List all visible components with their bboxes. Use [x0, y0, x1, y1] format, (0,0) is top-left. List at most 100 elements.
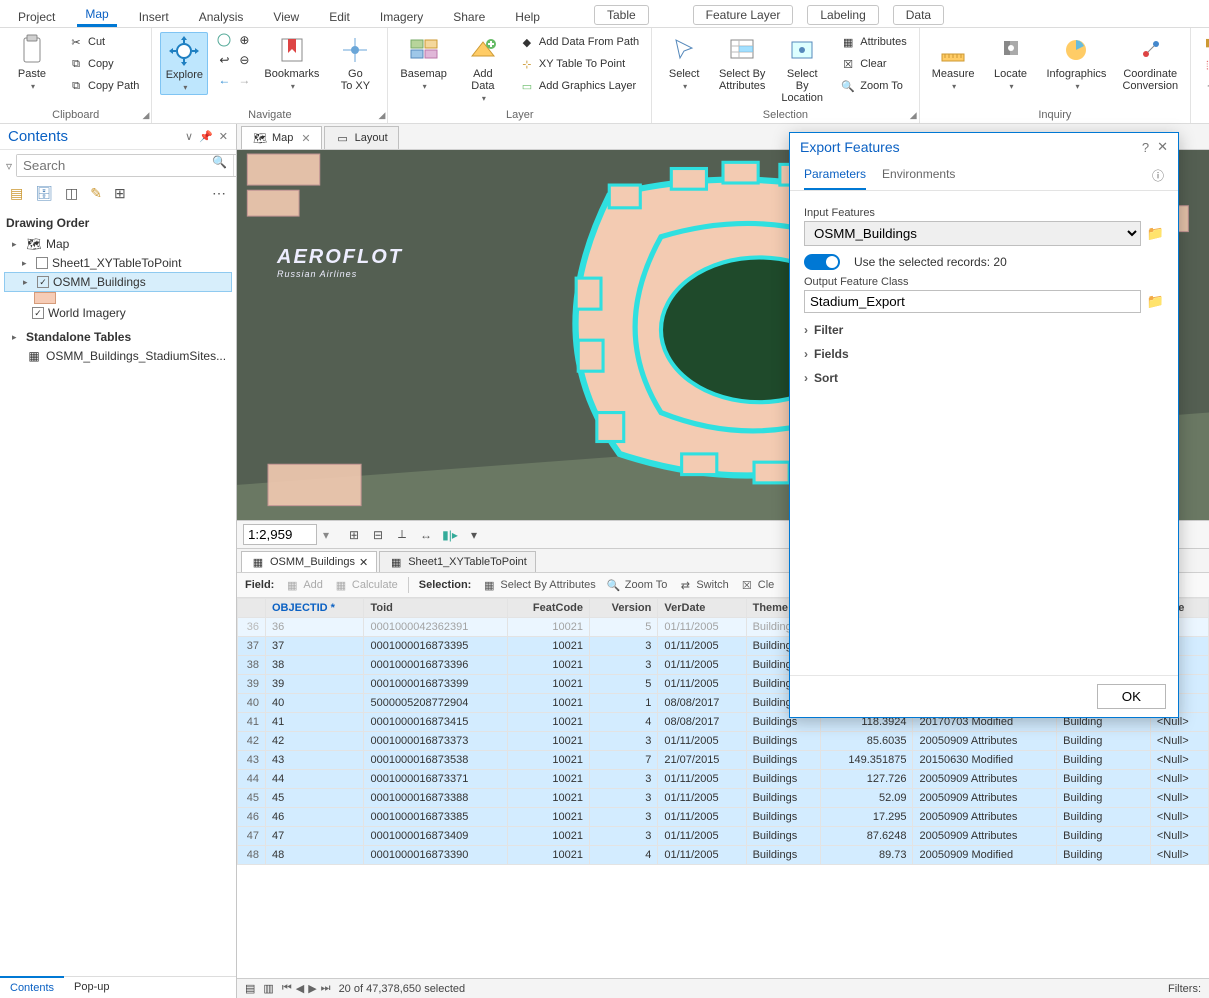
- gp-help-icon[interactable]: ⓘ: [1152, 161, 1164, 190]
- contents-menu[interactable]: ∨: [185, 130, 193, 143]
- tab-insert[interactable]: Insert: [131, 7, 177, 27]
- navigate-launcher[interactable]: ◢: [378, 110, 385, 121]
- bookmarks-button[interactable]: Bookmarks: [260, 32, 323, 93]
- infographics-button[interactable]: Infographics: [1043, 32, 1111, 93]
- tab-analysis[interactable]: Analysis: [191, 7, 252, 27]
- section-sort[interactable]: Sort: [804, 371, 1164, 385]
- prev-record-icon[interactable]: ◀: [296, 982, 304, 995]
- search-icon[interactable]: 🔍: [206, 155, 233, 176]
- table-clear-button[interactable]: ☒Cle: [739, 577, 775, 593]
- measure-button[interactable]: Measure: [928, 32, 979, 93]
- tab-view[interactable]: View: [265, 7, 307, 27]
- list-by-drawing-icon[interactable]: ▤: [10, 185, 23, 202]
- filter-icon[interactable]: ▿: [6, 159, 12, 173]
- snap-icon[interactable]: ⊞: [345, 526, 363, 544]
- more-labels-button[interactable]: ✦More: [1199, 76, 1209, 96]
- table-selbyattr-button[interactable]: ▦Select By Attributes: [481, 577, 595, 593]
- tab-share[interactable]: Share: [445, 7, 493, 27]
- next-extent-icon[interactable]: →: [236, 72, 252, 88]
- output-fc-input[interactable]: [804, 290, 1141, 313]
- ctx-tab-featurelayer[interactable]: Feature Layer: [693, 5, 794, 25]
- paste-button[interactable]: Paste: [8, 32, 56, 93]
- coordconv-button[interactable]: Coordinate Conversion: [1118, 32, 1182, 94]
- table-tab-sheet1[interactable]: ▦Sheet1_XYTableToPoint: [379, 551, 536, 572]
- calculate-button[interactable]: ▦Calculate: [333, 577, 398, 593]
- table-zoomto-button[interactable]: 🔍Zoom To: [606, 577, 668, 593]
- last-record-icon[interactable]: ⏭: [321, 982, 331, 995]
- ok-button[interactable]: OK: [1097, 684, 1166, 709]
- ctx-tab-data[interactable]: Data: [893, 5, 944, 25]
- adddata-button[interactable]: Add Data: [459, 32, 507, 105]
- copypath-button[interactable]: ⧉Copy Path: [64, 76, 143, 96]
- fixed-zoom-out-icon[interactable]: ⊖: [236, 52, 252, 68]
- browse-icon[interactable]: 📁: [1147, 293, 1164, 310]
- table-row[interactable]: 4747000100001687340910021301/11/2005Buil…: [238, 827, 1209, 846]
- add-field-button[interactable]: ▦Add: [284, 577, 323, 593]
- contents-pin[interactable]: 📌: [199, 130, 213, 143]
- table-row[interactable]: 4444000100001687337110021301/11/2005Buil…: [238, 770, 1209, 789]
- close-icon[interactable]: ✕: [301, 132, 310, 145]
- first-record-icon[interactable]: ⏮: [282, 982, 292, 995]
- search-input[interactable]: 🔍 ▾: [16, 154, 249, 177]
- view-unplaced-button[interactable]: ⬚View Unplaced: [1199, 54, 1209, 74]
- basemap-button[interactable]: Basemap: [396, 32, 450, 93]
- next-record-icon[interactable]: ▶: [308, 982, 316, 995]
- view-tab-layout[interactable]: ▭Layout: [324, 126, 399, 149]
- use-selected-toggle[interactable]: [804, 254, 840, 270]
- scale-input[interactable]: [243, 524, 317, 545]
- column-header[interactable]: Version: [590, 599, 658, 618]
- table-row[interactable]: 4343000100001687353810021721/07/2015Buil…: [238, 751, 1209, 770]
- copy-button[interactable]: ⧉Copy: [64, 54, 143, 74]
- list-by-source-icon[interactable]: 🗄: [35, 185, 53, 202]
- list-by-selection-icon[interactable]: ◫: [65, 185, 78, 202]
- gp-tab-environments[interactable]: Environments: [882, 161, 955, 190]
- column-header[interactable]: VerDate: [658, 599, 746, 618]
- adddatafrompath-button[interactable]: ◆Add Data From Path: [515, 32, 643, 52]
- table-row[interactable]: 4646000100001687338510021301/11/2005Buil…: [238, 808, 1209, 827]
- clear-button[interactable]: ☒Clear: [836, 54, 910, 74]
- locate-button[interactable]: Locate: [987, 32, 1035, 93]
- browse-icon[interactable]: 📁: [1147, 225, 1164, 242]
- standalone-header[interactable]: ▸Standalone Tables: [4, 328, 232, 346]
- section-fields[interactable]: Fields: [804, 347, 1164, 361]
- mapbar-dropdown[interactable]: ▾: [465, 526, 483, 544]
- column-header[interactable]: OBJECTID *: [266, 599, 364, 618]
- attributes-button[interactable]: ▦Attributes: [836, 32, 910, 52]
- toc-layer-osmm[interactable]: ▸✓OSMM_Buildings: [4, 272, 232, 292]
- tab-help[interactable]: Help: [507, 7, 548, 27]
- tab-edit[interactable]: Edit: [321, 7, 358, 27]
- full-extent-icon[interactable]: [216, 32, 232, 48]
- close-icon[interactable]: ✕: [359, 556, 368, 569]
- show-all-icon[interactable]: ▤: [245, 982, 255, 995]
- select-button[interactable]: Select: [660, 32, 708, 93]
- toc-layer-imagery[interactable]: ✓World Imagery: [4, 304, 232, 322]
- view-tab-map[interactable]: 🗺Map✕: [241, 126, 322, 149]
- gotoxy-button[interactable]: Go To XY: [331, 32, 379, 94]
- checkbox[interactable]: ✓: [37, 276, 49, 288]
- explore-button[interactable]: Explore: [160, 32, 208, 95]
- close-icon[interactable]: ✕: [1157, 139, 1168, 155]
- column-header[interactable]: FeatCode: [508, 599, 590, 618]
- table-switch-button[interactable]: ⇄Switch: [677, 577, 728, 593]
- toc-layer-xytable[interactable]: ▸Sheet1_XYTableToPoint: [4, 254, 232, 272]
- zoomto-button[interactable]: 🔍Zoom To: [836, 76, 910, 96]
- fixed-zoom-in-icon[interactable]: ⊕: [236, 32, 252, 48]
- input-features-select[interactable]: OSMM_Buildings: [804, 221, 1141, 246]
- xytabletopoint-button[interactable]: ⊹XY Table To Point: [515, 54, 643, 74]
- ctx-tab-table[interactable]: Table: [594, 5, 649, 25]
- toc-table-stadiumsites[interactable]: ▦OSMM_Buildings_StadiumSites...: [4, 346, 232, 366]
- prev-extent-icon[interactable]: ←: [216, 72, 232, 88]
- checkbox[interactable]: ✓: [32, 307, 44, 319]
- table-row[interactable]: 4545000100001687338810021301/11/2005Buil…: [238, 789, 1209, 808]
- correction-icon[interactable]: ↔: [417, 526, 435, 544]
- column-header[interactable]: Toid: [364, 599, 508, 618]
- toc-more-icon[interactable]: ⋯: [212, 185, 226, 202]
- grid-icon[interactable]: ⊟: [369, 526, 387, 544]
- help-icon[interactable]: ?: [1142, 140, 1149, 155]
- constraints-icon[interactable]: ⟂: [393, 526, 411, 544]
- section-filter[interactable]: Filter: [804, 323, 1164, 337]
- ctx-tab-labeling[interactable]: Labeling: [807, 5, 878, 25]
- tab-map[interactable]: Map: [77, 4, 116, 27]
- selectbyattr-button[interactable]: Select By Attributes: [716, 32, 768, 94]
- show-selected-icon[interactable]: ▥: [263, 982, 273, 995]
